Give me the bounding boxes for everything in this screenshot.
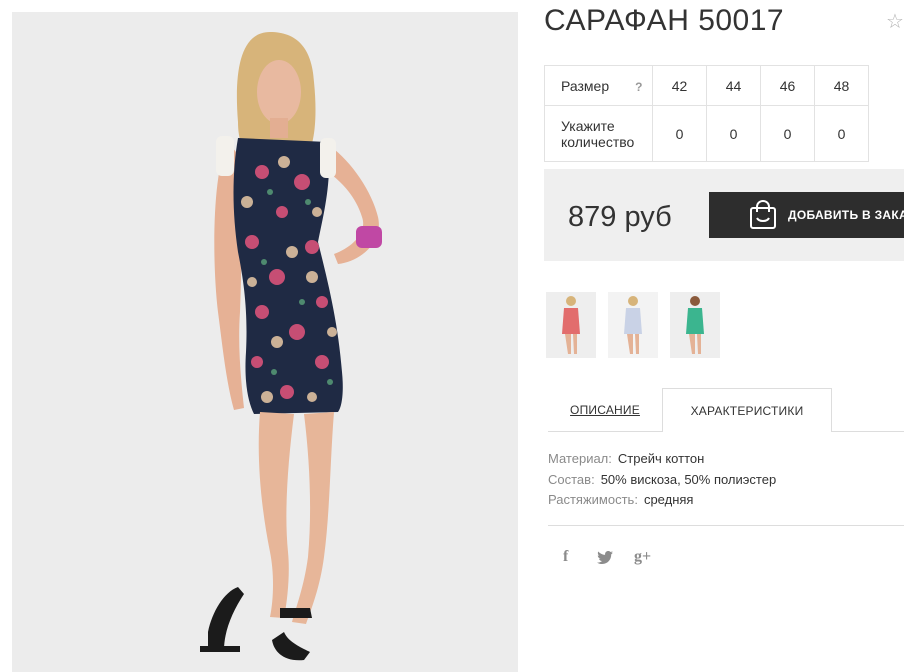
spec-value: Стрейч коттон	[617, 451, 705, 466]
tab-description-label: ОПИСАНИЕ	[570, 403, 640, 417]
size-option-48[interactable]: 48	[814, 65, 869, 106]
spec-key: Материал:	[548, 451, 612, 466]
quantity-row: Укажите количество 0 0 0 0	[544, 105, 869, 162]
spec-row-material: Материал: Стрейч коттон	[548, 451, 704, 466]
product-main-image[interactable]	[12, 12, 518, 672]
tab-characteristics[interactable]: ХАРАКТЕРИСТИКИ	[662, 388, 832, 432]
color-variant-thumb-3[interactable]	[670, 292, 720, 358]
price-panel: 879 руб ДОБАВИТЬ В ЗАКАЗ	[544, 169, 904, 261]
google-plus-icon[interactable]: g+	[634, 548, 651, 566]
quantity-label: Укажите количество	[561, 117, 635, 150]
spec-value: 50% вискоза, 50% полиэстер	[600, 472, 777, 487]
add-to-order-button[interactable]: ДОБАВИТЬ В ЗАКАЗ	[709, 192, 904, 238]
size-help-icon[interactable]: ?	[635, 80, 642, 94]
size-table: Размер? 42 44 46 48 Укажите количество 0…	[544, 65, 869, 162]
quantity-input-48[interactable]: 0	[814, 105, 869, 162]
product-price: 879 руб	[568, 201, 672, 233]
quantity-input-42[interactable]: 0	[652, 105, 707, 162]
size-option-44[interactable]: 44	[706, 65, 761, 106]
size-option-42[interactable]: 42	[652, 65, 707, 106]
spec-row-stretch: Растяжимость: средняя	[548, 492, 693, 507]
facebook-icon[interactable]: f	[563, 548, 568, 566]
size-row: Размер? 42 44 46 48	[544, 65, 869, 106]
quantity-label-cell: Укажите количество	[544, 105, 653, 162]
twitter-icon[interactable]	[597, 551, 613, 564]
spec-key: Состав:	[548, 472, 595, 487]
color-variant-thumb-1[interactable]	[546, 292, 596, 358]
section-divider	[548, 525, 904, 526]
color-variant-thumb-2[interactable]	[608, 292, 658, 358]
quantity-input-46[interactable]: 0	[760, 105, 815, 162]
add-to-order-label: ДОБАВИТЬ В ЗАКАЗ	[788, 208, 904, 222]
shopping-bag-icon	[750, 200, 776, 229]
tab-characteristics-label: ХАРАКТЕРИСТИКИ	[690, 403, 804, 418]
tabs-underline-left	[548, 431, 662, 432]
tab-description[interactable]: ОПИСАНИЕ	[548, 388, 662, 432]
spec-row-composition: Состав: 50% вискоза, 50% полиэстер	[548, 472, 776, 487]
quantity-input-44[interactable]: 0	[706, 105, 761, 162]
size-label: Размер	[561, 77, 610, 94]
tabs-underline-right	[832, 431, 904, 432]
spec-value: средняя	[643, 492, 694, 507]
spec-key: Растяжимость:	[548, 492, 638, 507]
favorite-star-icon[interactable]: ☆	[886, 12, 904, 32]
size-label-cell: Размер?	[544, 65, 653, 106]
product-title: САРАФАН 50017	[544, 4, 785, 37]
size-option-46[interactable]: 46	[760, 65, 815, 106]
